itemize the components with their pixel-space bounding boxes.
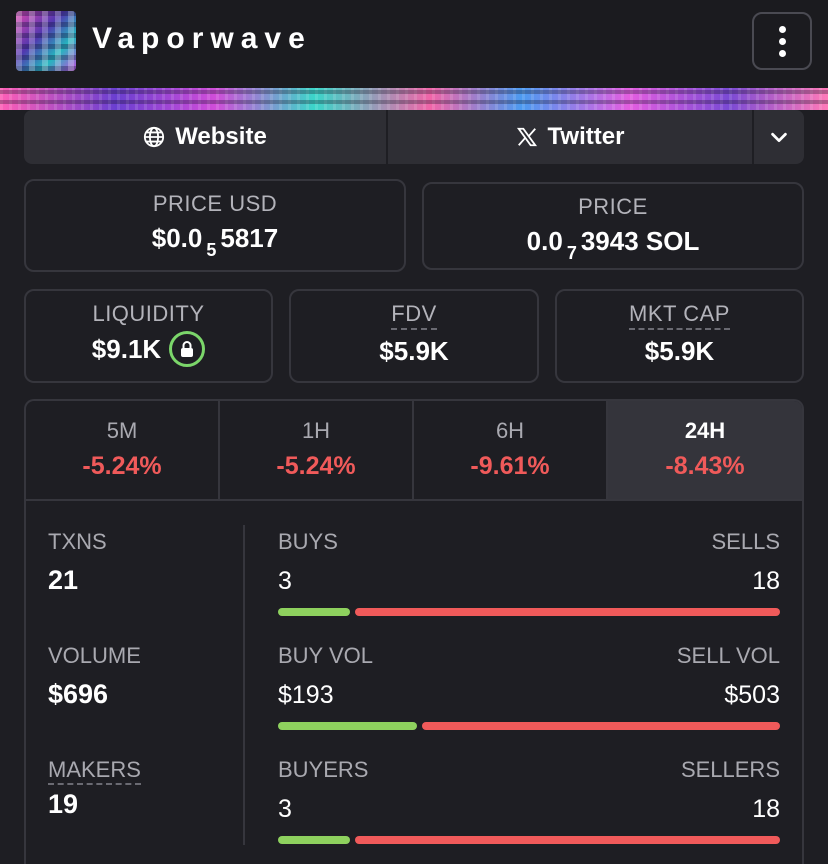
divider xyxy=(243,525,245,845)
more-vertical-icon xyxy=(778,25,786,33)
header: Vaporwave xyxy=(0,0,828,88)
buy-sell-vol-split: BUY VOL SELL VOL $193 $503 xyxy=(278,643,780,757)
buys-sells-split: BUYS SELLS 3 18 xyxy=(278,529,780,643)
fdv-value: $5.9K xyxy=(379,336,449,366)
token-name: Vaporwave xyxy=(92,22,312,55)
mktcap-card: MKT CAP $5.9K xyxy=(555,289,804,383)
twitter-label: Twitter xyxy=(547,123,625,150)
liquidity-value: $9.1K xyxy=(91,333,162,364)
buy-vol-value: $193 xyxy=(278,681,334,709)
fdv-card: FDV $5.9K xyxy=(289,289,539,383)
tab-24h[interactable]: 24H -8.43% xyxy=(608,401,802,499)
buyers-sellers-bar xyxy=(278,836,780,844)
links-bar: Website Twitter xyxy=(24,110,804,164)
buyers-value: 3 xyxy=(278,795,292,823)
buyers-bar xyxy=(278,836,350,844)
more-options-button[interactable] xyxy=(752,12,812,70)
tab-6h[interactable]: 6H -9.61% xyxy=(414,401,608,499)
timeframe-tabs: 5M -5.24% 1H -5.24% 6H -9.61% 24H -8.43% xyxy=(26,401,802,501)
stats-breakdown: BUYS SELLS 3 18 BUY VOL SELL VOL $193 $5… xyxy=(278,529,780,864)
timeframe-panel: 5M -5.24% 1H -5.24% 6H -9.61% 24H -8.43%… xyxy=(24,399,804,864)
price-usd-card: PRICE USD $0.0 5 5817 xyxy=(24,179,406,272)
x-logo-icon xyxy=(516,126,538,148)
volume-stat: VOLUME $696 xyxy=(48,643,238,757)
sells-value: 18 xyxy=(752,567,780,595)
price-sol-value: 0.0 7 3943 SOL xyxy=(526,226,700,263)
stats-summary: TXNS 21 VOLUME $696 MAKERS 19 xyxy=(48,529,238,864)
more-links-button[interactable] xyxy=(754,110,804,164)
buy-vol-bar xyxy=(278,722,418,730)
twitter-button[interactable]: Twitter xyxy=(388,110,754,164)
makers-stat: MAKERS 19 xyxy=(48,757,238,864)
sellers-bar xyxy=(354,836,780,844)
volume-value: $696 xyxy=(48,679,109,709)
lock-icon[interactable] xyxy=(169,331,206,367)
price-label: PRICE xyxy=(578,194,648,219)
tab-5m[interactable]: 5M -5.24% xyxy=(26,401,220,499)
mktcap-value: $5.9K xyxy=(644,336,715,366)
website-label: Website xyxy=(175,123,267,150)
buys-bar xyxy=(278,608,350,616)
sell-vol-bar xyxy=(422,722,780,730)
fdv-label[interactable]: FDV xyxy=(391,301,437,330)
txns-stat: TXNS 21 xyxy=(48,529,238,643)
website-button[interactable]: Website xyxy=(24,110,388,164)
chevron-down-icon xyxy=(768,126,790,148)
liquidity-card: LIQUIDITY $9.1K xyxy=(24,289,273,383)
price-usd-label: PRICE USD xyxy=(152,191,278,216)
buyers-sellers-split: BUYERS SELLERS 3 18 xyxy=(278,757,780,864)
tab-1h[interactable]: 1H -5.24% xyxy=(220,401,414,499)
buy-sell-vol-bar xyxy=(278,722,780,730)
makers-value: 19 xyxy=(48,789,79,819)
buys-value: 3 xyxy=(278,567,292,595)
mktcap-label[interactable]: MKT CAP xyxy=(629,301,730,330)
liquidity-label: LIQUIDITY xyxy=(92,301,205,326)
sells-bar xyxy=(354,608,780,616)
sell-vol-value: $503 xyxy=(724,681,780,709)
buys-sells-bar xyxy=(278,608,780,616)
price-usd-value: $0.0 5 5817 xyxy=(151,223,279,260)
txns-value: 21 xyxy=(48,565,79,595)
price-sol-card: PRICE 0.0 7 3943 SOL xyxy=(422,182,804,270)
sellers-value: 18 xyxy=(752,795,780,823)
globe-icon xyxy=(143,126,165,148)
token-avatar xyxy=(16,11,76,71)
